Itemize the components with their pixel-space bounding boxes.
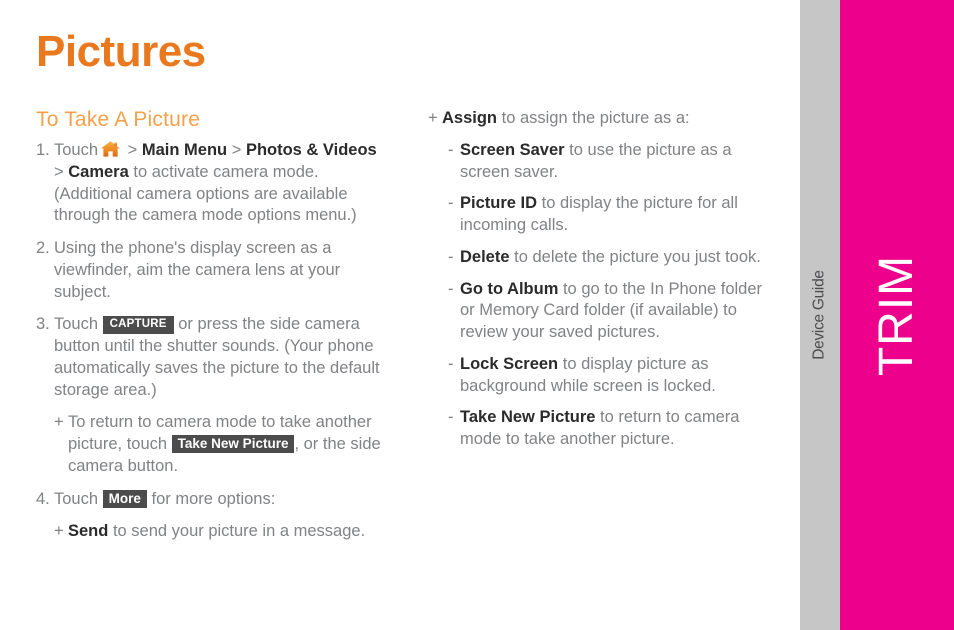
home-icon <box>100 140 121 158</box>
step-text: Using the phone's display screen as a vi… <box>54 239 341 301</box>
step-text: Touch > Main Menu > Photos & Videos > Ca… <box>54 140 388 227</box>
document-page: Device Guide TRIM Pictures To Take A Pic… <box>0 0 954 630</box>
delete-label: Delete <box>460 247 510 266</box>
step3-lead: Touch <box>54 315 99 334</box>
device-guide-label: Device Guide <box>811 270 829 360</box>
list-item: 1. Touch > Main Menu > Photos & Videos >… <box>36 140 388 227</box>
list-item: - Lock Screen to display picture as back… <box>428 354 776 398</box>
dash-text: Take New Picture to return to camera mod… <box>460 407 776 451</box>
list-item: - Delete to delete the picture you just … <box>428 247 776 269</box>
bullet-plus: + <box>428 109 438 127</box>
step-text: Touch More for more options: <box>54 489 388 511</box>
delete-desc: to delete the picture you just took. <box>514 247 761 266</box>
step4-lead: Touch <box>54 489 99 508</box>
step-number: 3. <box>36 315 50 334</box>
list-item: - Picture ID to display the picture for … <box>428 193 776 237</box>
lock-screen-label: Lock Screen <box>460 354 559 373</box>
step1-main-menu: Main Menu <box>141 141 228 159</box>
list-item: 4. Touch More for more options: <box>36 489 388 511</box>
section-title: To Take A Picture <box>36 108 201 131</box>
assign-text: Assign to assign the picture as a: <box>442 108 776 130</box>
trim-tab: TRIM <box>840 0 954 630</box>
page-title: Pictures <box>36 27 206 76</box>
list-item: - Go to Album to go to the In Phone fold… <box>428 279 776 344</box>
step-number: 2. <box>36 239 50 258</box>
take-new-picture-label: Take New Picture <box>460 408 596 427</box>
capture-button[interactable]: CAPTURE <box>102 316 174 335</box>
step-number: 1. <box>36 141 50 159</box>
separator-gt-3: > <box>54 162 64 181</box>
step1-touch: Touch <box>54 141 99 159</box>
separator-gt-1: > <box>127 141 138 159</box>
screen-saver-label: Screen Saver <box>460 140 565 159</box>
send-desc: to send your picture in a message. <box>112 522 366 541</box>
step4-tail: for more options: <box>151 489 276 508</box>
bullet-dash: - <box>448 194 454 213</box>
list-item: + Send to send your picture in a message… <box>36 521 388 543</box>
list-item: + Assign to assign the picture as a: <box>428 108 776 130</box>
step-text: Touch CAPTURE or press the side camera b… <box>54 314 388 401</box>
list-item: - Screen Saver to use the picture as a s… <box>428 140 776 184</box>
dash-text: Screen Saver to use the picture as a scr… <box>460 140 776 184</box>
sub-text: To return to camera mode to take another… <box>68 412 388 477</box>
bullet-dash: - <box>448 140 454 159</box>
list-item: - Take New Picture to return to camera m… <box>428 407 776 451</box>
bullet-dash: - <box>448 354 454 373</box>
assign-desc: to assign the picture as a: <box>501 109 690 127</box>
list-item: 2. Using the phone's display screen as a… <box>36 238 388 303</box>
go-to-album-label: Go to Album <box>460 279 559 298</box>
step-number: 4. <box>36 489 50 508</box>
list-item: 3. Touch CAPTURE or press the side camer… <box>36 314 388 401</box>
dash-text: Delete to delete the picture you just to… <box>460 247 776 269</box>
assign-label: Assign <box>442 109 498 127</box>
take-new-picture-button[interactable]: Take New Picture <box>171 435 295 454</box>
step1-photos-videos: Photos & Videos <box>245 141 377 159</box>
trim-label: TRIM <box>870 254 924 376</box>
picture-id-label: Picture ID <box>460 194 538 213</box>
right-column: + Assign to assign the picture as a: - S… <box>428 108 776 461</box>
step1-camera: Camera <box>68 162 129 181</box>
bullet-dash: - <box>448 279 454 298</box>
left-column: 1. Touch > Main Menu > Photos & Videos >… <box>36 140 388 554</box>
bullet-plus: + <box>54 522 64 541</box>
sub-text: Send to send your picture in a message. <box>68 521 388 543</box>
bullet-dash: - <box>448 247 454 266</box>
separator-gt-2: > <box>231 141 242 159</box>
bullet-dash: - <box>448 408 454 427</box>
more-button[interactable]: More <box>102 489 147 508</box>
dash-text: Go to Album to go to the In Phone folder… <box>460 279 776 344</box>
send-label: Send <box>68 522 109 541</box>
dash-text: Picture ID to display the picture for al… <box>460 193 776 237</box>
bullet-plus: + <box>54 413 64 432</box>
device-guide-tab: Device Guide <box>800 0 840 630</box>
dash-text: Lock Screen to display picture as backgr… <box>460 354 776 398</box>
list-item: + To return to camera mode to take anoth… <box>36 412 388 477</box>
